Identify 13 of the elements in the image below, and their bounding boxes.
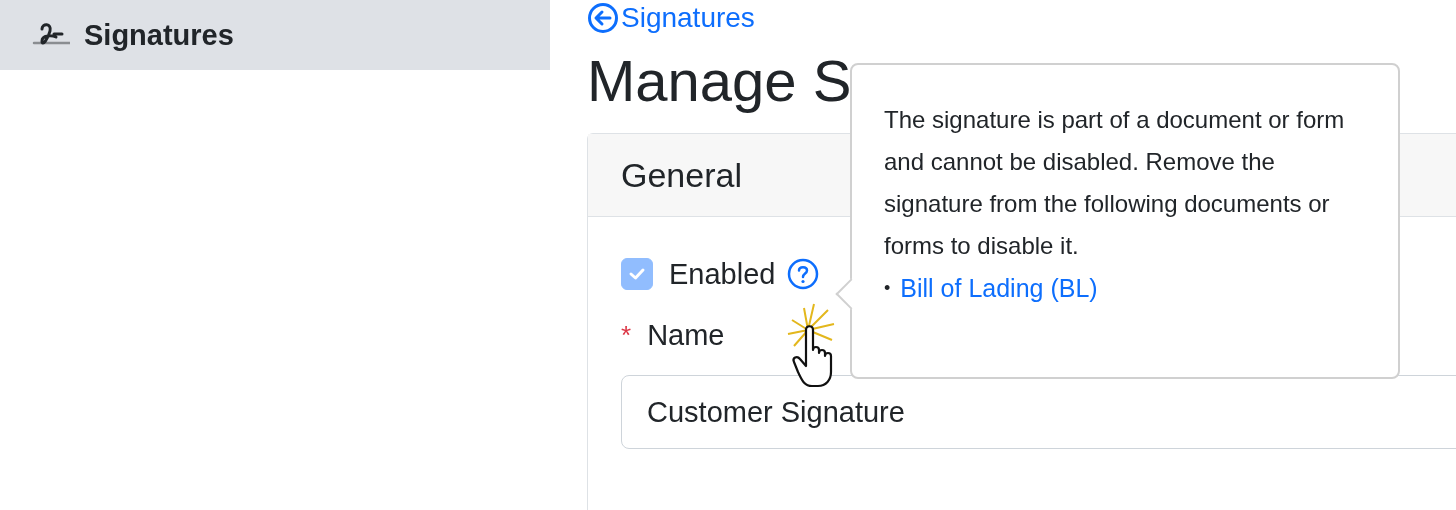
name-field[interactable]: Customer Signature: [621, 375, 1456, 449]
back-link[interactable]: Signatures: [587, 1, 755, 35]
document-link[interactable]: Bill of Lading (BL): [900, 267, 1098, 309]
page-title: Manage S: [587, 47, 853, 115]
bullet: •: [884, 277, 891, 300]
checkbox-label: Enabled: [669, 257, 776, 291]
sidebar-item[interactable]: Signatures: [0, 0, 550, 70]
card-title: General: [621, 155, 742, 195]
help-icon[interactable]: [787, 258, 820, 290]
required-mark: *: [621, 319, 632, 351]
tooltip-text: The signature is part of a document or form and cannot be disabled. Remove the signature from the following documents or forms to disable it.: [884, 105, 1346, 261]
hand-cursor-icon: [787, 303, 835, 388]
field-label: Name: [647, 318, 725, 352]
